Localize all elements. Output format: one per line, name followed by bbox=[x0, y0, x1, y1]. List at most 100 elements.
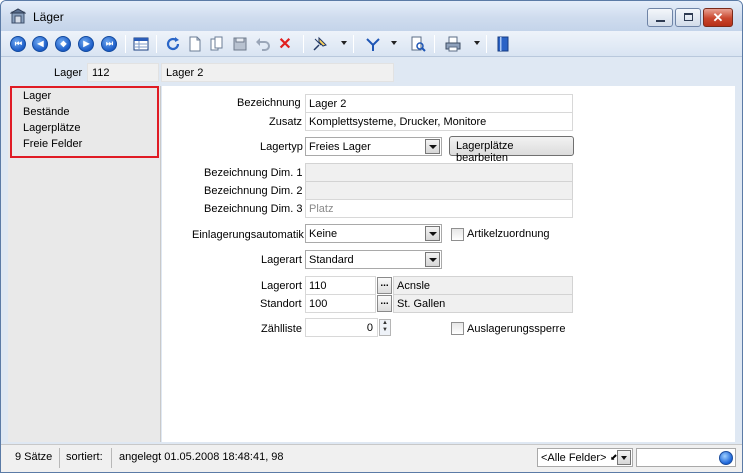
lagerart-label: Lagerart bbox=[261, 254, 302, 266]
chevron-down-icon[interactable] bbox=[425, 252, 440, 267]
minimize-button[interactable] bbox=[647, 8, 673, 27]
chevron-down-icon[interactable] bbox=[617, 450, 631, 465]
main-window: Läger ✕ ⏮ ◀ ◆ ▶ ⏭ ✕ Lager 112 Lager 2 La… bbox=[0, 0, 743, 473]
previous-record-button[interactable]: ◀ bbox=[31, 35, 49, 53]
chevron-down-icon[interactable] bbox=[425, 139, 440, 154]
lager-number-field[interactable]: 112 bbox=[87, 63, 159, 82]
filter-button[interactable] bbox=[364, 35, 382, 53]
lagerart-select[interactable]: Standard bbox=[305, 250, 442, 269]
print-dropdown-arrow[interactable] bbox=[474, 41, 480, 45]
sidebar-item-freie-felder[interactable]: Freie Felder bbox=[23, 138, 82, 150]
zaehlliste-label: Zählliste bbox=[261, 323, 302, 335]
window-title: Läger bbox=[33, 10, 64, 24]
lagerort-field[interactable]: 110 bbox=[305, 276, 376, 295]
einlagerungsautomatik-select[interactable]: Keine bbox=[305, 224, 442, 243]
new-record-button[interactable] bbox=[186, 35, 204, 53]
sort-status: sortiert: bbox=[66, 451, 103, 463]
zusatz-label: Zusatz bbox=[269, 116, 303, 128]
standort-description: St. Gallen bbox=[393, 294, 573, 313]
toolbar-separator bbox=[486, 35, 487, 53]
delete-icon: ✕ bbox=[278, 36, 292, 53]
pin-dropdown-arrow[interactable] bbox=[341, 41, 347, 45]
zaehlliste-field[interactable]: 0 bbox=[305, 318, 378, 337]
lagerplaetze-bearbeiten-button[interactable]: Lagerplätze bearbeiten bbox=[449, 136, 574, 164]
auslagerungssperre-checkbox[interactable] bbox=[451, 322, 464, 335]
dim2-label: Bezeichnung Dim. 2 bbox=[204, 185, 303, 197]
copy-record-button[interactable] bbox=[208, 35, 226, 53]
close-button[interactable]: ✕ bbox=[703, 8, 733, 27]
lagertyp-select[interactable]: Freies Lager bbox=[305, 137, 442, 156]
document-search-button[interactable] bbox=[409, 35, 427, 53]
status-bar: 9 Sätze sortiert: angelegt 01.05.2008 18… bbox=[1, 444, 742, 472]
artikelzuordnung-checkbox[interactable] bbox=[451, 228, 464, 241]
skip-record-button[interactable]: ◆ bbox=[54, 35, 72, 53]
next-record-button[interactable]: ▶ bbox=[77, 35, 95, 53]
standort-lookup-button[interactable]: ... bbox=[377, 295, 392, 312]
chevron-down-icon[interactable] bbox=[425, 226, 440, 241]
first-record-icon: ⏮ bbox=[10, 36, 26, 52]
new-record-icon bbox=[189, 36, 201, 52]
save-icon bbox=[233, 37, 247, 51]
last-record-button[interactable]: ⏭ bbox=[100, 35, 118, 53]
undo-icon bbox=[256, 38, 270, 51]
print-button[interactable] bbox=[444, 35, 462, 53]
toolbar-separator bbox=[353, 35, 354, 53]
lager-label: Lager bbox=[54, 67, 83, 79]
toolbar-separator bbox=[156, 35, 157, 53]
spin-up-icon[interactable]: ▲ bbox=[380, 320, 390, 327]
standort-field[interactable]: 100 bbox=[305, 294, 376, 313]
toolbar-separator bbox=[125, 35, 126, 53]
zusatz-field[interactable]: Komplettsysteme, Drucker, Monitore bbox=[305, 112, 573, 131]
toolbar-separator bbox=[434, 35, 435, 53]
toolbar: ⏮ ◀ ◆ ▶ ⏭ ✕ bbox=[1, 31, 742, 57]
sidebar-item-lagerplaetze[interactable]: Lagerplätze bbox=[23, 122, 81, 134]
save-button[interactable] bbox=[231, 35, 249, 53]
search-go-icon[interactable] bbox=[719, 451, 733, 465]
delete-button[interactable]: ✕ bbox=[276, 35, 294, 53]
last-record-icon: ⏭ bbox=[101, 36, 117, 52]
first-record-button[interactable]: ⏮ bbox=[9, 35, 27, 53]
sidebar-item-bestaende[interactable]: Bestände bbox=[23, 106, 69, 118]
dim3-field[interactable]: Platz bbox=[305, 199, 573, 218]
bezeichnung-field[interactable]: Lager 2 bbox=[305, 94, 573, 113]
pin-icon bbox=[313, 36, 327, 51]
dim1-field[interactable] bbox=[305, 163, 573, 182]
filter-dropdown-arrow[interactable] bbox=[391, 41, 397, 45]
spin-down-icon[interactable]: ▼ bbox=[380, 327, 390, 334]
maximize-button[interactable] bbox=[675, 8, 701, 27]
bezeichnung-label: Bezeichnung bbox=[237, 97, 301, 109]
standort-label: Standort bbox=[260, 298, 302, 310]
dim3-label: Bezeichnung Dim. 3 bbox=[204, 203, 303, 215]
einlagerungsautomatik-value: Keine bbox=[309, 228, 338, 240]
title-bar[interactable]: Läger ✕ bbox=[1, 1, 742, 31]
skip-icon: ◆ bbox=[55, 36, 71, 52]
field-filter-value: <Alle Felder> bbox=[541, 452, 607, 464]
lager-name-field: Lager 2 bbox=[161, 63, 394, 82]
dim1-label: Bezeichnung Dim. 1 bbox=[204, 167, 303, 179]
zaehlliste-spinner[interactable]: ▲ ▼ bbox=[379, 319, 391, 336]
field-filter-select[interactable]: <Alle Felder> ⬋ bbox=[537, 448, 633, 467]
book-button[interactable] bbox=[494, 35, 512, 53]
quick-search-input[interactable] bbox=[636, 448, 736, 467]
einlagerungsautomatik-label: Einlagerungsautomatik bbox=[192, 229, 304, 241]
lagerort-label: Lagerort bbox=[261, 280, 302, 292]
toolbar-separator bbox=[303, 35, 304, 53]
record-count: 9 Sätze bbox=[15, 451, 53, 463]
table-view-button[interactable] bbox=[132, 35, 150, 53]
next-record-icon: ▶ bbox=[78, 36, 94, 52]
undo-button[interactable] bbox=[254, 35, 272, 53]
warehouse-icon bbox=[10, 8, 26, 24]
dim2-field[interactable] bbox=[305, 181, 573, 200]
lagerort-lookup-button[interactable]: ... bbox=[377, 277, 392, 294]
lagertyp-label: Lagertyp bbox=[260, 141, 303, 153]
sidebar-item-lager[interactable]: Lager bbox=[23, 90, 51, 102]
status-divider bbox=[111, 448, 112, 468]
book-icon bbox=[497, 36, 509, 52]
pin-button[interactable] bbox=[311, 35, 329, 53]
status-divider bbox=[59, 448, 60, 468]
refresh-button[interactable] bbox=[164, 35, 182, 53]
filter-icon bbox=[366, 38, 380, 51]
print-icon bbox=[445, 36, 461, 52]
previous-record-icon: ◀ bbox=[32, 36, 48, 52]
auslagerungssperre-label: Auslagerungssperre bbox=[467, 323, 566, 335]
